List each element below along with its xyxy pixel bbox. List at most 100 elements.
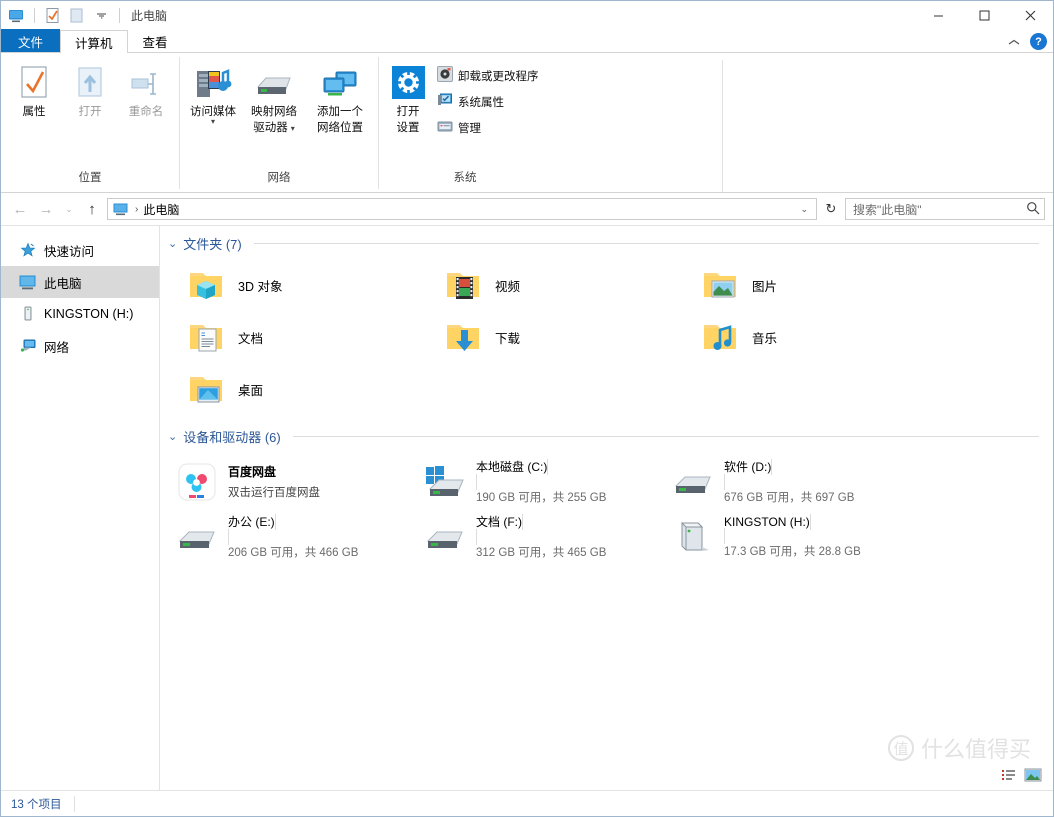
refresh-button[interactable]: ↻ bbox=[821, 198, 841, 220]
open-settings-label-1: 打开 bbox=[397, 106, 420, 119]
qat-divider bbox=[34, 8, 35, 23]
device-subtitle: 190 GB 可用，共 255 GB bbox=[476, 489, 662, 505]
list-item[interactable]: 百度网盘 双击运行百度网盘 bbox=[170, 454, 418, 509]
usb-drive-icon bbox=[19, 306, 36, 323]
chevron-down-icon[interactable] bbox=[92, 7, 110, 25]
details-view-button[interactable] bbox=[999, 766, 1019, 784]
properties-button[interactable]: 属性 bbox=[7, 60, 61, 122]
list-item[interactable]: 文档 bbox=[182, 311, 439, 363]
folder-downloads-icon bbox=[443, 315, 485, 359]
list-item[interactable]: 桌面 bbox=[182, 363, 439, 415]
uninstall-change-program-button[interactable]: 卸载或更改程序 bbox=[433, 64, 543, 87]
access-media-button[interactable]: 访问媒体 ▾ bbox=[186, 60, 240, 128]
list-item[interactable]: 3D 对象 bbox=[182, 259, 439, 311]
up-button[interactable]: ↑ bbox=[81, 198, 103, 220]
tab-file[interactable]: 文件 bbox=[1, 29, 60, 52]
list-item[interactable]: 下载 bbox=[439, 311, 696, 363]
title-bar: 此电脑 bbox=[1, 1, 1053, 30]
folder-name: 3D 对象 bbox=[238, 276, 282, 295]
system-properties-button[interactable]: 系统属性 bbox=[433, 90, 543, 113]
chevron-down-icon[interactable]: ⌄ bbox=[168, 237, 177, 250]
properties-icon[interactable] bbox=[44, 7, 62, 25]
manage-label: 管理 bbox=[458, 120, 481, 136]
sidebar-item-quick-access[interactable]: 快速访问 bbox=[1, 234, 159, 266]
folder-3dobjects-icon bbox=[186, 263, 228, 307]
folder-tiles: 3D 对象 视频 bbox=[160, 255, 1053, 415]
sidebar-item-label: KINGSTON (H:) bbox=[44, 307, 133, 321]
list-item[interactable]: 本地磁盘 (C:) 190 GB 可用，共 255 GB bbox=[418, 454, 666, 509]
add-network-location-label-2: 网络位置 bbox=[317, 122, 363, 135]
list-item[interactable]: 软件 (D:) 676 GB 可用，共 697 GB bbox=[666, 454, 914, 509]
recent-locations-button[interactable]: ⌄ bbox=[61, 198, 77, 220]
breadcrumb-current[interactable]: 此电脑 bbox=[143, 201, 179, 218]
list-item[interactable]: 视频 bbox=[439, 259, 696, 311]
device-text: 软件 (D:) 676 GB 可用，共 697 GB bbox=[724, 458, 910, 505]
close-button[interactable] bbox=[1007, 1, 1053, 30]
search-icon[interactable] bbox=[1026, 201, 1040, 218]
open-icon bbox=[74, 63, 106, 103]
device-name: 软件 (D:) bbox=[724, 460, 771, 474]
star-icon bbox=[19, 242, 36, 259]
status-bar: 13 个项目 bbox=[1, 790, 1053, 816]
device-subtitle: 双击运行百度网盘 bbox=[228, 484, 414, 500]
folder-desktop-icon bbox=[186, 367, 228, 411]
watermark: 值 什么值得买 bbox=[888, 732, 1031, 764]
list-item[interactable]: 图片 bbox=[696, 259, 953, 311]
device-subtitle: 206 GB 可用，共 466 GB bbox=[228, 544, 414, 560]
window-controls bbox=[915, 1, 1053, 30]
list-item[interactable]: 文档 (F:) 312 GB 可用，共 465 GB bbox=[418, 509, 666, 564]
folder-music-icon bbox=[700, 315, 742, 359]
map-network-drive-label-1: 映射网络 bbox=[251, 106, 297, 119]
netlocation-icon bbox=[318, 63, 362, 103]
group-divider bbox=[293, 436, 1039, 437]
sidebar-item-network[interactable]: 网络 bbox=[1, 330, 159, 362]
sidebar-item-kingston[interactable]: KINGSTON (H:) bbox=[1, 298, 159, 330]
quick-access-toolbar bbox=[7, 7, 123, 25]
access-media-caret-icon[interactable]: ▾ bbox=[211, 119, 215, 125]
folder-name: 桌面 bbox=[238, 380, 263, 399]
chevron-down-icon[interactable]: ⌄ bbox=[168, 430, 177, 443]
breadcrumb[interactable]: › 此电脑 ⌄ bbox=[107, 198, 817, 220]
item-count: 13 个项目 bbox=[11, 796, 62, 812]
sidebar-item-this-pc[interactable]: 此电脑 bbox=[1, 266, 159, 298]
group-header-folders[interactable]: ⌄ 文件夹 (7) bbox=[160, 226, 1053, 255]
device-text: 办公 (E:) 206 GB 可用，共 466 GB bbox=[228, 513, 414, 560]
hard-drive-icon bbox=[174, 515, 220, 559]
list-item[interactable]: 音乐 bbox=[696, 311, 953, 363]
properties-label: 属性 bbox=[23, 106, 46, 119]
back-button[interactable]: ← bbox=[9, 198, 31, 220]
file-explorer-window: 此电脑 文件 计算机 查看 ? bbox=[0, 0, 1054, 817]
ribbon-empty-area bbox=[722, 60, 1054, 192]
tab-computer[interactable]: 计算机 bbox=[60, 30, 128, 53]
list-item[interactable]: KINGSTON (H:) 17.3 GB 可用，共 28.8 GB bbox=[666, 509, 914, 564]
search-input[interactable]: 搜索"此电脑" bbox=[845, 198, 1045, 220]
new-folder-icon[interactable] bbox=[68, 7, 86, 25]
open-label: 打开 bbox=[79, 106, 102, 119]
list-item[interactable]: 办公 (E:) 206 GB 可用，共 466 GB bbox=[170, 509, 418, 564]
breadcrumb-dropdown-icon[interactable]: ⌄ bbox=[800, 204, 812, 215]
pc-icon[interactable] bbox=[7, 7, 25, 25]
map-network-drive-caret-icon[interactable]: ▾ bbox=[291, 126, 295, 132]
device-subtitle: 676 GB 可用，共 697 GB bbox=[724, 489, 910, 505]
windows-drive-icon bbox=[422, 460, 468, 504]
add-network-location-button[interactable]: 添加一个 网络位置 bbox=[308, 60, 372, 138]
collapse-ribbon-icon[interactable] bbox=[1008, 35, 1020, 49]
folder-pictures-icon bbox=[700, 263, 742, 307]
open-button[interactable]: 打开 bbox=[63, 60, 117, 122]
explorer-body: 快速访问 此电脑 KINGSTON (H:) 网络 bbox=[1, 225, 1053, 790]
content-pane: ⌄ 文件夹 (7) 3D 对象 bbox=[160, 226, 1053, 790]
minimize-button[interactable] bbox=[915, 1, 961, 30]
maximize-button[interactable] bbox=[961, 1, 1007, 30]
rename-button[interactable]: 重命名 bbox=[119, 60, 173, 122]
group-header-devices[interactable]: ⌄ 设备和驱动器 (6) bbox=[160, 415, 1053, 448]
forward-button[interactable]: → bbox=[35, 198, 57, 220]
map-network-drive-button[interactable]: 映射网络 驱动器 ▾ bbox=[242, 60, 306, 138]
device-text: 文档 (F:) 312 GB 可用，共 465 GB bbox=[476, 513, 662, 560]
tab-view[interactable]: 查看 bbox=[128, 29, 183, 52]
help-icon[interactable]: ? bbox=[1030, 33, 1047, 50]
device-subtitle: 312 GB 可用，共 465 GB bbox=[476, 544, 662, 560]
large-icons-view-button[interactable] bbox=[1023, 766, 1043, 784]
manage-button[interactable]: 管理 bbox=[433, 116, 543, 139]
open-settings-button[interactable]: 打开 设置 bbox=[385, 60, 431, 138]
network-icon bbox=[19, 338, 36, 355]
